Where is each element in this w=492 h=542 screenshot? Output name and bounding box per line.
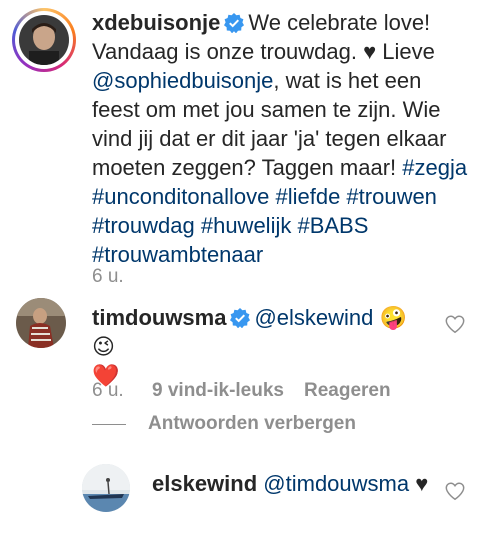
caption-avatar[interactable] [19,15,69,65]
comment-username[interactable]: timdouwsma [92,305,226,330]
hide-replies-button[interactable]: Antwoorden verbergen [148,413,356,435]
comment-likes[interactable]: 9 vind-ik-leuks [152,380,284,402]
hide-replies-label[interactable]: Antwoorden verbergen [148,413,356,434]
reply-avatar[interactable] [82,464,130,512]
avatar-photo-elskewind [82,464,130,512]
heart-icon: ♥ [363,39,377,64]
verified-badge-icon [224,13,245,33]
caption-text-2: Lieve [376,39,435,64]
likes-count[interactable]: 9 vind-ik-leuks [152,380,284,401]
verified-badge-icon [230,308,251,328]
reply-like-heart-icon[interactable] [444,480,466,502]
caption-time[interactable]: 6 u. [92,266,124,288]
mention-link[interactable]: @sophiedbuisonje [92,68,273,93]
like-heart-icon[interactable] [444,313,466,335]
reply-button[interactable]: Reageren [304,380,391,402]
reply-label[interactable]: Reageren [304,380,391,401]
reply-heart-icon: ♥ [415,471,429,496]
comment-time[interactable]: 6 u. [92,380,124,402]
comment-mention-link[interactable]: @elskewind [254,305,373,330]
reply-mention-link[interactable]: @timdouwsma [263,471,409,496]
reply-text: elskewind @timdouwsma ♥ [152,469,442,498]
caption-text: xdebuisonje We celebrate love! Vandaag is… [92,8,472,269]
comment-text: timdouwsma @elskewind 🤪 😉 ❤️ [92,303,432,390]
replies-divider [92,424,126,425]
avatar-photo-xdebuisonje [19,15,69,65]
avatar-photo-timdouwsma [16,298,66,348]
reply-username[interactable]: elskewind [152,471,257,496]
caption-username[interactable]: xdebuisonje [92,10,220,35]
comment-avatar[interactable] [16,298,66,348]
